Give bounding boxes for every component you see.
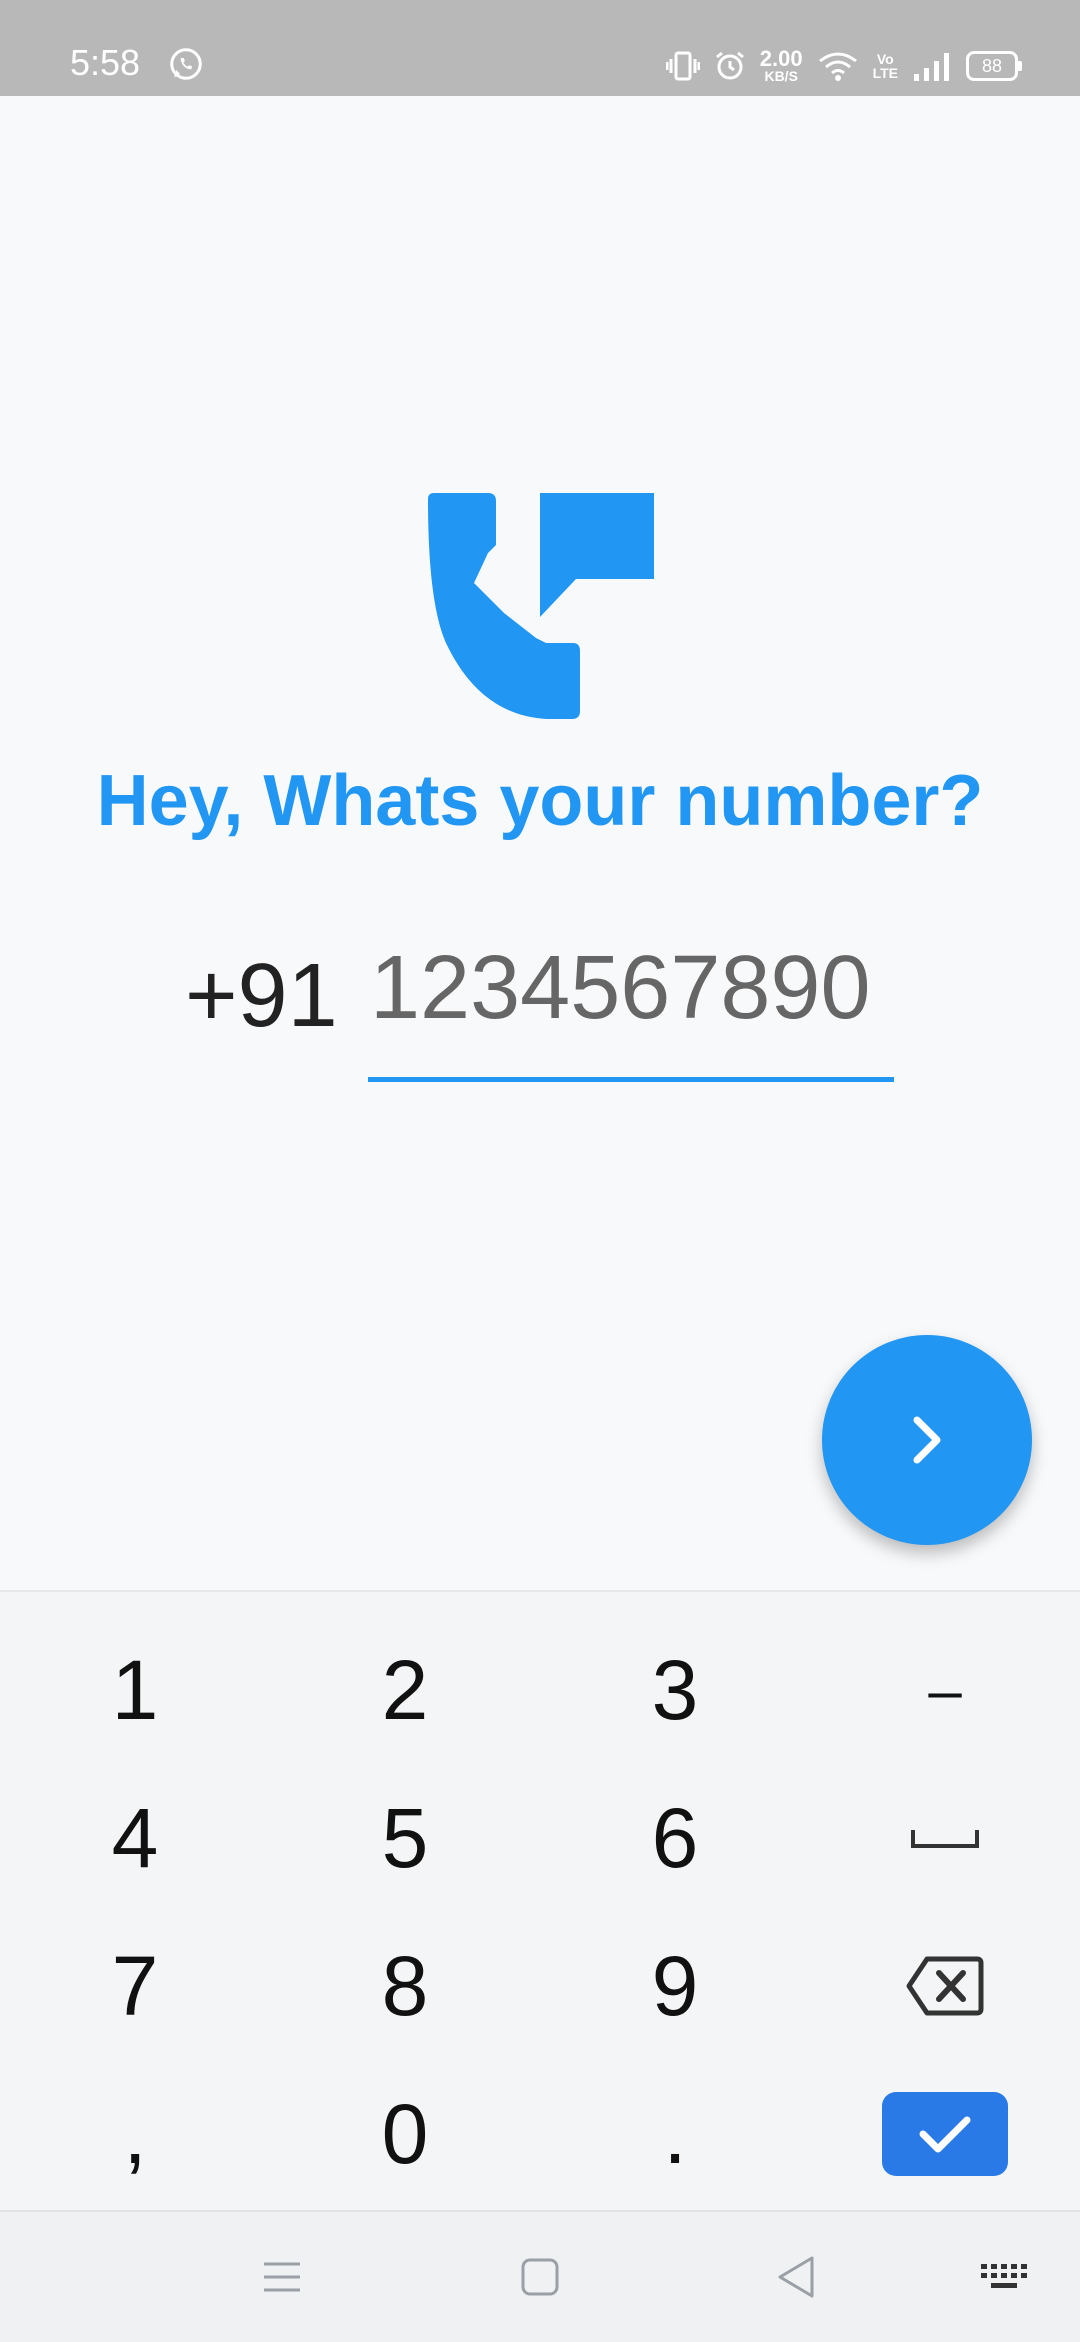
nav-keyboard-button[interactable] bbox=[974, 2252, 1034, 2302]
done-button[interactable] bbox=[882, 2092, 1008, 2176]
vibrate-icon bbox=[665, 51, 700, 81]
key-9[interactable]: 9 bbox=[540, 1912, 810, 2060]
key-8[interactable]: 8 bbox=[270, 1912, 540, 2060]
key-7[interactable]: 7 bbox=[0, 1912, 270, 2060]
status-time: 5:58 bbox=[70, 42, 141, 83]
key-4[interactable]: 4 bbox=[0, 1764, 270, 1912]
nav-back-button[interactable] bbox=[766, 2252, 826, 2302]
back-icon bbox=[778, 2256, 814, 2298]
numeric-keyboard: 1 2 3 – 4 5 6 7 8 9 , 0 . bbox=[0, 1590, 1080, 2212]
backspace-icon bbox=[906, 1956, 984, 2016]
phone-message-icon bbox=[428, 493, 654, 719]
key-period[interactable]: . bbox=[540, 2060, 810, 2208]
key-dash[interactable]: – bbox=[810, 1616, 1080, 1764]
key-3[interactable]: 3 bbox=[540, 1616, 810, 1764]
country-code[interactable]: +91 bbox=[185, 945, 338, 1048]
volte-top: Vo bbox=[876, 51, 894, 67]
key-comma[interactable]: , bbox=[0, 2060, 270, 2208]
nav-menu-button[interactable] bbox=[252, 2252, 312, 2302]
key-6[interactable]: 6 bbox=[540, 1764, 810, 1912]
navigation-bar bbox=[0, 2210, 1080, 2342]
key-0[interactable]: 0 bbox=[270, 2060, 540, 2208]
network-speed: 2.00 KB/S bbox=[760, 48, 803, 84]
input-underline bbox=[368, 1077, 894, 1082]
key-5[interactable]: 5 bbox=[270, 1764, 540, 1912]
chevron-right-icon bbox=[913, 1416, 941, 1464]
page-title: Hey, Whats your number? bbox=[96, 761, 984, 841]
home-icon bbox=[521, 2258, 559, 2296]
wifi-icon bbox=[818, 52, 857, 81]
key-2[interactable]: 2 bbox=[270, 1616, 540, 1764]
key-backspace[interactable] bbox=[810, 1912, 1080, 2060]
status-icons: 2.00 KB/S Vo LTE 88 bbox=[665, 44, 1022, 88]
volte-indicator: Vo LTE bbox=[873, 52, 898, 80]
key-1[interactable]: 1 bbox=[0, 1616, 270, 1764]
alarm-icon bbox=[715, 51, 744, 80]
speed-unit: KB/S bbox=[764, 68, 798, 84]
key-done[interactable] bbox=[810, 2060, 1080, 2208]
volte-bottom: LTE bbox=[872, 65, 898, 81]
check-icon bbox=[919, 2116, 971, 2153]
next-button[interactable] bbox=[822, 1335, 1032, 1545]
battery-indicator: 88 bbox=[966, 51, 1022, 81]
menu-icon bbox=[264, 2262, 300, 2292]
nav-home-button[interactable] bbox=[510, 2252, 570, 2302]
key-space[interactable] bbox=[810, 1764, 1080, 1912]
whatsapp-icon bbox=[170, 48, 202, 80]
status-bar: 5:58 2.00 KB/S Vo LTE 88 bbox=[0, 0, 1080, 96]
keyboard-icon bbox=[981, 2264, 1027, 2288]
space-icon bbox=[911, 1830, 979, 1848]
phone-number-input[interactable] bbox=[368, 938, 896, 1038]
signal-icon bbox=[914, 53, 949, 81]
